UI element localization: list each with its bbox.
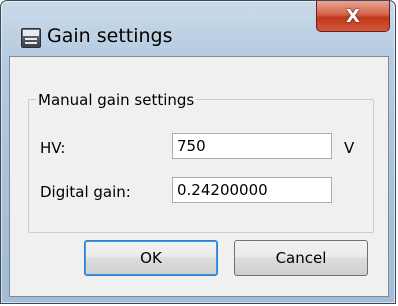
hv-input[interactable] bbox=[172, 133, 332, 159]
close-icon: X bbox=[346, 5, 360, 27]
app-icon[interactable] bbox=[21, 28, 41, 48]
manual-gain-groupbox bbox=[28, 99, 374, 233]
cancel-button[interactable]: Cancel bbox=[234, 240, 368, 276]
gain-settings-window: Gain settings X Manual gain settings HV:… bbox=[0, 0, 396, 304]
groupbox-title: Manual gain settings bbox=[36, 91, 197, 109]
window-title: Gain settings bbox=[47, 25, 173, 47]
hv-label: HV: bbox=[40, 139, 66, 157]
digital-gain-input[interactable] bbox=[172, 177, 332, 203]
title-bar[interactable]: Gain settings X bbox=[1, 1, 395, 56]
hv-unit-label: V bbox=[344, 139, 355, 157]
dialog-body: Manual gain settings HV: V Digital gain:… bbox=[9, 56, 389, 297]
ok-button[interactable]: OK bbox=[84, 240, 218, 276]
digital-gain-label: Digital gain: bbox=[40, 183, 131, 201]
close-button[interactable]: X bbox=[316, 1, 390, 32]
